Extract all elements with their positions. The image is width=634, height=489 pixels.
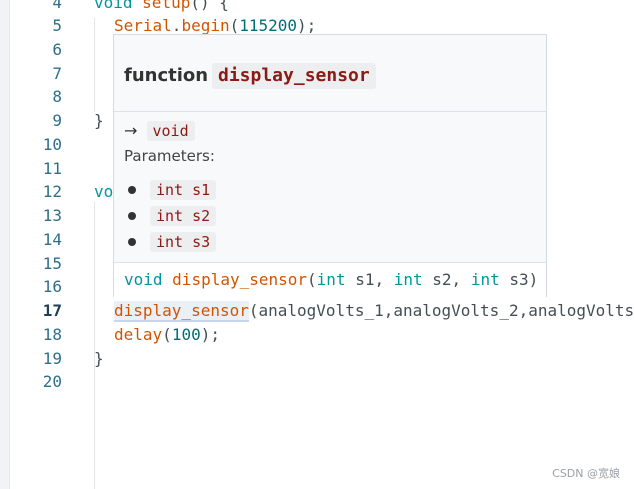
arrow-icon: → — [124, 121, 138, 140]
code-line-12: vo — [94, 182, 113, 202]
line-number: 12 — [42, 182, 62, 201]
punctuation-token: ); — [200, 325, 220, 344]
line-number: 18 — [42, 325, 62, 344]
parameter-label: int s1 — [150, 180, 217, 200]
signature-function-name: display_sensor — [172, 270, 308, 289]
line-number-gutter: 4 5 6 7 8 9 10 11 12 13 14 15 16 17 18 1… — [10, 0, 64, 489]
line-number: 9 — [52, 111, 62, 130]
parameter-item: int s3 — [128, 231, 217, 253]
line-number: 19 — [42, 349, 62, 368]
line-number: 16 — [42, 277, 62, 296]
line-number: 11 — [42, 159, 62, 178]
function-token: begin — [181, 16, 230, 35]
line-number: 20 — [42, 372, 62, 391]
code-line-4: void setup() { — [94, 0, 229, 13]
punctuation-token: ( — [307, 270, 317, 289]
code-line-19: } — [94, 349, 104, 368]
symbol-kind: function — [124, 65, 209, 86]
signature-param-name: s3) — [499, 270, 539, 289]
watermark: CSDN @宽娘 — [552, 467, 620, 480]
object-token: Serial — [114, 16, 172, 35]
number-token: 100 — [171, 325, 201, 344]
keyword-token: vo — [94, 182, 114, 201]
line-number-active: 17 — [42, 301, 62, 320]
code-editor[interactable]: 4 5 6 7 8 9 10 11 12 13 14 15 16 17 18 1… — [0, 0, 634, 489]
bullet-icon — [128, 211, 136, 220]
signature-param-type: int — [393, 270, 423, 289]
left-activity-rail — [0, 0, 10, 489]
signature-code: void display_sensor(int s1, int s2, int … — [114, 262, 546, 297]
bullet-icon — [128, 237, 136, 246]
signature-param-name: s1, — [345, 270, 394, 289]
code-line-17: display_sensor(analogVolts_1,analogVolts… — [114, 301, 634, 322]
signature-param-type: int — [470, 270, 500, 289]
hover-header: function display_sensor — [114, 35, 546, 112]
line-number: 15 — [42, 254, 62, 273]
hover-body: → void Parameters: int s1 int s2 int s3 — [114, 112, 546, 262]
signature-return-type: void — [124, 270, 163, 289]
return-type-row: → void — [124, 120, 195, 142]
punctuation-token: () { — [190, 0, 229, 12]
parameter-label: int s2 — [150, 206, 217, 226]
parameter-item: int s1 — [128, 179, 217, 201]
line-number: 8 — [52, 87, 62, 106]
line-number: 6 — [52, 40, 62, 59]
hover-tooltip[interactable]: function display_sensor → void Parameter… — [113, 34, 547, 297]
parameter-item: int s2 — [128, 205, 217, 227]
line-number: 10 — [42, 135, 62, 154]
code-line-5: Serial.begin(115200); — [114, 16, 316, 36]
signature-param-name: s2, — [422, 270, 471, 289]
line-number: 14 — [42, 230, 62, 249]
line-number: 7 — [52, 64, 62, 83]
line-number: 4 — [52, 0, 62, 12]
keyword-token: void — [94, 0, 133, 12]
punctuation-token: . — [171, 16, 182, 35]
return-type: void — [146, 121, 195, 141]
number-token: 115200 — [239, 16, 298, 35]
signature-param-type: int — [316, 270, 346, 289]
function-token: setup — [142, 0, 191, 12]
code-line-9: } — [94, 111, 104, 130]
punctuation-token: ); — [297, 16, 317, 35]
arguments-token: (analogVolts_1,analogVolts_2,analogVolts… — [248, 301, 634, 320]
parameter-label: int s3 — [150, 232, 217, 252]
punctuation-token: ( — [229, 16, 240, 35]
symbol-name: display_sensor — [212, 63, 376, 89]
line-number: 5 — [52, 16, 62, 35]
line-number: 13 — [42, 206, 62, 225]
bullet-icon — [128, 185, 136, 194]
parameters-title: Parameters: — [124, 147, 215, 165]
